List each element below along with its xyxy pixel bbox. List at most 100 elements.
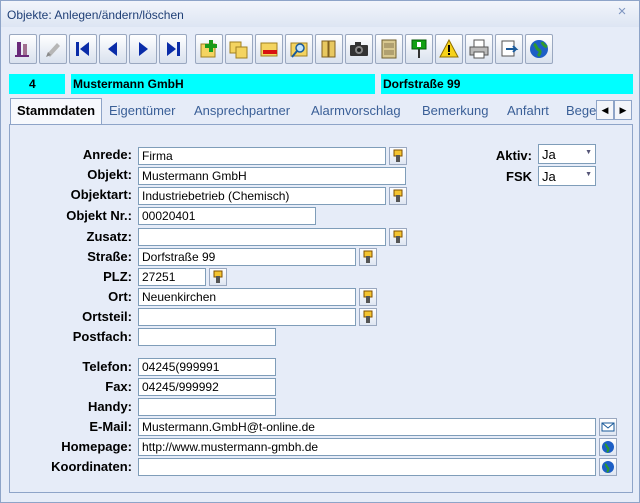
anrede-field[interactable]: Firma (138, 147, 386, 165)
fsk-value: Ja (542, 169, 556, 184)
email-label: E-Mail: (89, 419, 132, 434)
objekt-nr-label: Objekt Nr.: (66, 208, 132, 223)
user-button[interactable] (9, 34, 37, 64)
postfach-label: Postfach: (72, 329, 132, 344)
camera-icon (350, 42, 368, 56)
toolbar (9, 31, 553, 67)
pointer-hand-icon (363, 310, 373, 323)
archive-icon (381, 39, 397, 59)
export-button[interactable] (495, 34, 523, 64)
tab-ansprechpartner[interactable]: Ansprechpartner (194, 100, 290, 122)
archive-button[interactable] (375, 34, 403, 64)
previous-record-icon (108, 42, 117, 56)
zusatz-picker-button[interactable] (389, 228, 407, 246)
ort-field[interactable]: Neuenkirchen (138, 288, 356, 306)
show-map-button[interactable] (599, 458, 617, 476)
objektart-field[interactable]: Industriebetrieb (Chemisch) (138, 187, 386, 205)
aktiv-label: Aktiv: (495, 148, 532, 163)
postfach-field[interactable] (138, 328, 276, 346)
zusatz-field[interactable] (138, 228, 386, 246)
ort-label: Ort: (108, 289, 132, 304)
send-email-button[interactable] (599, 418, 617, 436)
ort-picker-button[interactable] (359, 288, 377, 306)
title-bar: Objekte: Anlegen/ändern/löschen × (1, 1, 639, 27)
telefon-field[interactable]: 04245(999991 (138, 358, 276, 376)
tab-begehung[interactable]: Bege (566, 100, 596, 122)
globe-button[interactable] (525, 34, 553, 64)
print-icon (469, 39, 489, 59)
tab-scroll-left-button[interactable]: ◀ (596, 100, 614, 120)
edit-icon (46, 43, 60, 57)
aktiv-value: Ja (542, 147, 556, 162)
location-marker-button[interactable] (405, 34, 433, 64)
chevron-down-icon: ▼ (585, 149, 592, 156)
edit-button[interactable] (39, 34, 67, 64)
koordinaten-field[interactable] (138, 458, 596, 476)
main-window: Objekte: Anlegen/ändern/löschen × 4 Must… (0, 0, 640, 503)
anrede-label: Anrede: (82, 147, 132, 162)
tab-stammdaten[interactable]: Stammdaten (10, 98, 103, 124)
copy-record-icon (229, 41, 248, 59)
handy-label: Handy: (87, 399, 132, 414)
zusatz-label: Zusatz: (86, 229, 133, 244)
next-record-icon (139, 42, 148, 56)
new-record-button[interactable] (195, 34, 223, 64)
tab-eigentuemer[interactable]: Eigentümer (109, 100, 175, 122)
envelope-icon (601, 422, 615, 432)
strasse-label: Straße: (87, 249, 132, 264)
pointer-hand-icon (393, 189, 403, 202)
last-record-button[interactable] (159, 34, 187, 64)
camera-button[interactable] (345, 34, 373, 64)
pointer-hand-icon (363, 250, 373, 263)
globe-icon (530, 40, 548, 58)
tab-scroll-right-button[interactable]: ▶ (614, 100, 632, 120)
globe-icon (602, 461, 614, 473)
first-record-button[interactable] (69, 34, 97, 64)
next-record-button[interactable] (129, 34, 157, 64)
plz-field[interactable]: 27251 (138, 268, 206, 286)
pointer-hand-icon (393, 230, 403, 243)
plz-picker-button[interactable] (209, 268, 227, 286)
objekt-field[interactable]: Mustermann GmbH (138, 167, 406, 185)
record-street: Dorfstraße 99 (383, 77, 461, 91)
strasse-field[interactable]: Dorfstraße 99 (138, 248, 356, 266)
previous-record-button[interactable] (99, 34, 127, 64)
ortsteil-field[interactable] (138, 308, 356, 326)
ortsteil-picker-button[interactable] (359, 308, 377, 326)
objektart-label: Objektart: (70, 187, 132, 202)
fsk-select[interactable]: Ja ▼ (538, 166, 596, 186)
aktiv-select[interactable]: Ja ▼ (538, 144, 596, 164)
record-name: Mustermann GmbH (73, 77, 184, 91)
notes-icon (321, 40, 336, 58)
search-icon (290, 42, 308, 58)
stammdaten-panel: Anrede: Firma Objekt: Mustermann GmbH Ob… (9, 124, 633, 493)
tab-strip: Stammdaten Eigentümer Ansprechpartner Al… (9, 98, 633, 124)
open-homepage-button[interactable] (599, 438, 617, 456)
close-button[interactable]: × (615, 4, 629, 19)
export-icon (501, 40, 519, 57)
location-marker-icon (411, 39, 427, 58)
fax-label: Fax: (105, 379, 132, 394)
notes-button[interactable] (315, 34, 343, 64)
homepage-field[interactable]: http://www.mustermann-gmbh.de (138, 438, 596, 456)
search-button[interactable] (285, 34, 313, 64)
user-icon (15, 42, 29, 57)
objektart-picker-button[interactable] (389, 187, 407, 205)
new-record-icon (200, 40, 217, 58)
tab-anfahrt[interactable]: Anfahrt (507, 100, 549, 122)
strasse-picker-button[interactable] (359, 248, 377, 266)
chevron-down-icon: ▼ (585, 171, 592, 178)
warning-button[interactable] (435, 34, 463, 64)
chevron-right-icon: ▶ (619, 104, 627, 115)
tab-alarmvorschlag[interactable]: Alarmvorschlag (311, 100, 401, 122)
delete-record-button[interactable] (255, 34, 283, 64)
tab-bemerkung[interactable]: Bemerkung (422, 100, 488, 122)
email-field[interactable]: Mustermann.GmbH@t-online.de (138, 418, 596, 436)
copy-record-button[interactable] (225, 34, 253, 64)
fax-field[interactable]: 04245/999992 (138, 378, 276, 396)
print-button[interactable] (465, 34, 493, 64)
objekt-nr-field[interactable]: 00020401 (138, 207, 316, 225)
handy-field[interactable] (138, 398, 276, 416)
globe-icon (602, 441, 614, 453)
koordinaten-label: Koordinaten: (51, 459, 132, 474)
